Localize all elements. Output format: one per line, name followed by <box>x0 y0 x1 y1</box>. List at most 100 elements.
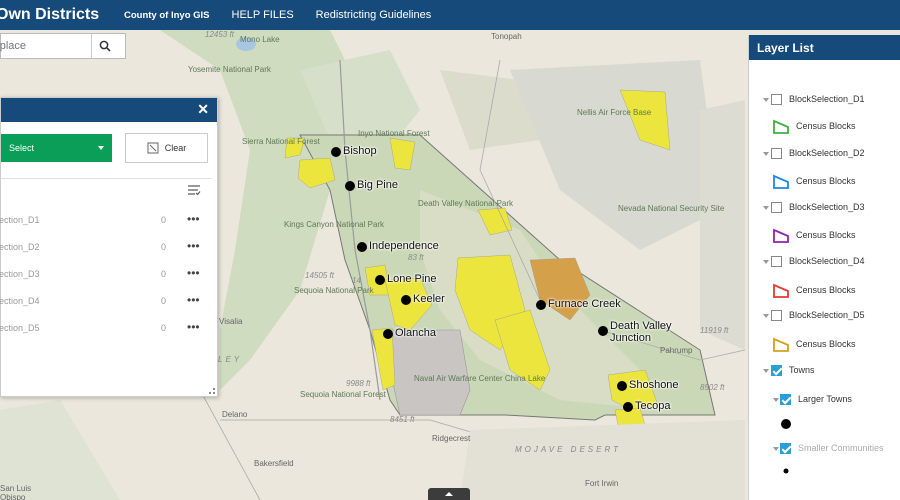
label-naval-air: Naval Air Warfare Center China Lake <box>414 374 545 383</box>
layer-checkbox[interactable] <box>771 310 782 321</box>
town-dot-independence[interactable] <box>357 242 367 252</box>
label-ridgecrest: Ridgecrest <box>432 434 471 443</box>
label-mojave: MOJAVE DESERT <box>515 445 621 454</box>
help-files-link[interactable]: HELP FILES <box>232 9 294 21</box>
app-title: Own Districts <box>0 6 100 23</box>
polygon-symbol-icon <box>773 228 789 243</box>
town-dot-olancha[interactable] <box>383 329 393 339</box>
expand-caret-icon[interactable] <box>763 260 769 264</box>
list-item[interactable]: ection_D4 0 ••• <box>0 291 219 318</box>
elev-1: 12453 ft <box>205 30 234 39</box>
layer-checkbox[interactable] <box>780 394 791 405</box>
list-item[interactable]: ection_D2 0 ••• <box>0 237 219 264</box>
label-tonopah: Tonopah <box>491 32 522 41</box>
town-label-big-pine: Big Pine <box>357 179 398 191</box>
layer-checkbox[interactable] <box>771 365 782 376</box>
expand-panel-tab[interactable] <box>428 488 470 500</box>
county-gis-link[interactable]: County of Inyo GIS <box>124 10 210 21</box>
town-label-independence: Independence <box>369 240 439 252</box>
town-dot-lone-pine[interactable] <box>375 275 385 285</box>
elev-8: 14 <box>352 276 361 285</box>
town-dot-tecopa[interactable] <box>623 402 633 412</box>
clear-button[interactable]: Clear <box>125 133 208 163</box>
elev-4: 9988 ft <box>346 379 371 388</box>
label-fort-irwin: Fort Irwin <box>585 479 619 488</box>
layer-checkbox[interactable] <box>771 202 782 213</box>
layer-checkbox[interactable] <box>771 94 782 105</box>
label-valley: LEY <box>218 355 243 364</box>
polygon-symbol-icon <box>773 283 789 298</box>
filter-list-icon[interactable] <box>187 184 201 196</box>
label-pahrump: Pahrump <box>660 346 693 355</box>
label-death-valley-park: Death Valley National Park <box>418 199 513 208</box>
polygon-symbol-icon <box>773 119 789 134</box>
panel-divider <box>1 178 211 179</box>
expand-caret-icon[interactable] <box>763 152 769 156</box>
town-dot-furnace-creek[interactable] <box>536 300 546 310</box>
town-dot-death-valley-junction[interactable] <box>598 326 608 336</box>
label-inyo-forest: Inyo National Forest <box>358 129 430 138</box>
more-options-icon[interactable]: ••• <box>187 239 200 253</box>
label-sierra: Sierra National Forest <box>242 137 320 146</box>
elev-5: 8451 ft <box>390 415 415 424</box>
town-label-death-valley-junction: Death Valley Junction <box>610 320 672 344</box>
point-symbol-icon <box>781 419 791 429</box>
town-label-olancha: Olancha <box>395 327 436 339</box>
town-label-keeler: Keeler <box>413 293 445 305</box>
town-label-lone-pine: Lone Pine <box>387 273 437 285</box>
layer-list-panel: Layer List BlockSelection_D1 Census Bloc… <box>748 35 900 500</box>
layer-list-title: Layer List <box>749 35 900 60</box>
more-options-icon[interactable]: ••• <box>187 320 200 334</box>
chevron-down-icon <box>98 146 104 150</box>
close-icon[interactable]: ✕ <box>197 101 209 118</box>
select-panel: ✕ Select Clear ection_D1 0 ••• ection_D2… <box>0 97 218 397</box>
expand-caret-icon[interactable] <box>773 398 779 402</box>
search-input[interactable] <box>0 34 91 58</box>
polygon-symbol-icon <box>773 337 789 352</box>
clear-button-label: Clear <box>164 143 187 153</box>
list-item[interactable]: ection_D5 0 ••• <box>0 318 219 345</box>
town-label-bishop: Bishop <box>343 145 377 157</box>
label-yosemite: Yosemite National Park <box>188 65 271 74</box>
label-nevada: Nevada National Security Site <box>618 204 724 213</box>
town-dot-shoshone[interactable] <box>617 381 627 391</box>
elev-7: 83 ft <box>408 253 424 262</box>
layer-checkbox[interactable] <box>780 443 791 454</box>
town-label-furnace-creek: Furnace Creek <box>548 298 621 310</box>
select-button-label: Select <box>9 143 35 153</box>
list-item[interactable]: ection_D3 0 ••• <box>0 264 219 291</box>
expand-caret-icon[interactable] <box>763 314 769 318</box>
resize-handle[interactable] <box>209 388 215 394</box>
search-icon <box>99 40 111 52</box>
selection-layer-list: ection_D1 0 ••• ection_D2 0 ••• ection_D… <box>0 210 219 345</box>
town-dot-bishop[interactable] <box>331 147 341 157</box>
more-options-icon[interactable]: ••• <box>187 212 200 226</box>
layer-checkbox[interactable] <box>771 148 782 159</box>
label-delano: Delano <box>222 410 248 419</box>
elev-2: 14505 ft <box>305 271 334 280</box>
layer-checkbox[interactable] <box>771 256 782 267</box>
label-kings-canyon: Kings Canyon National Park <box>284 220 384 229</box>
town-label-shoshone: Shoshone <box>629 379 679 391</box>
town-label-tecopa: Tecopa <box>635 400 671 412</box>
expand-caret-icon[interactable] <box>773 447 779 451</box>
more-options-icon[interactable]: ••• <box>187 293 200 307</box>
app-header: Own Districts County of Inyo GIS HELP FI… <box>0 0 900 30</box>
expand-caret-icon[interactable] <box>763 98 769 102</box>
town-dot-keeler[interactable] <box>401 295 411 305</box>
eraser-icon <box>147 142 159 154</box>
label-bakersfield: Bakersfield <box>254 459 294 468</box>
search-button[interactable] <box>91 34 117 58</box>
redistricting-guidelines-link[interactable]: Redistricting Guidelines <box>316 9 432 21</box>
expand-caret-icon[interactable] <box>763 369 769 373</box>
label-sequoia-forest: Sequoia National Forest <box>300 390 386 399</box>
label-sequoia: Sequoia National Park <box>294 286 374 295</box>
polygon-symbol-icon <box>773 174 789 189</box>
point-symbol-icon <box>783 468 789 474</box>
list-item[interactable]: ection_D1 0 ••• <box>0 210 219 237</box>
expand-caret-icon[interactable] <box>763 206 769 210</box>
town-dot-big-pine[interactable] <box>345 181 355 191</box>
select-panel-header: ✕ <box>1 98 217 122</box>
more-options-icon[interactable]: ••• <box>187 266 200 280</box>
select-button[interactable]: Select <box>1 134 112 162</box>
